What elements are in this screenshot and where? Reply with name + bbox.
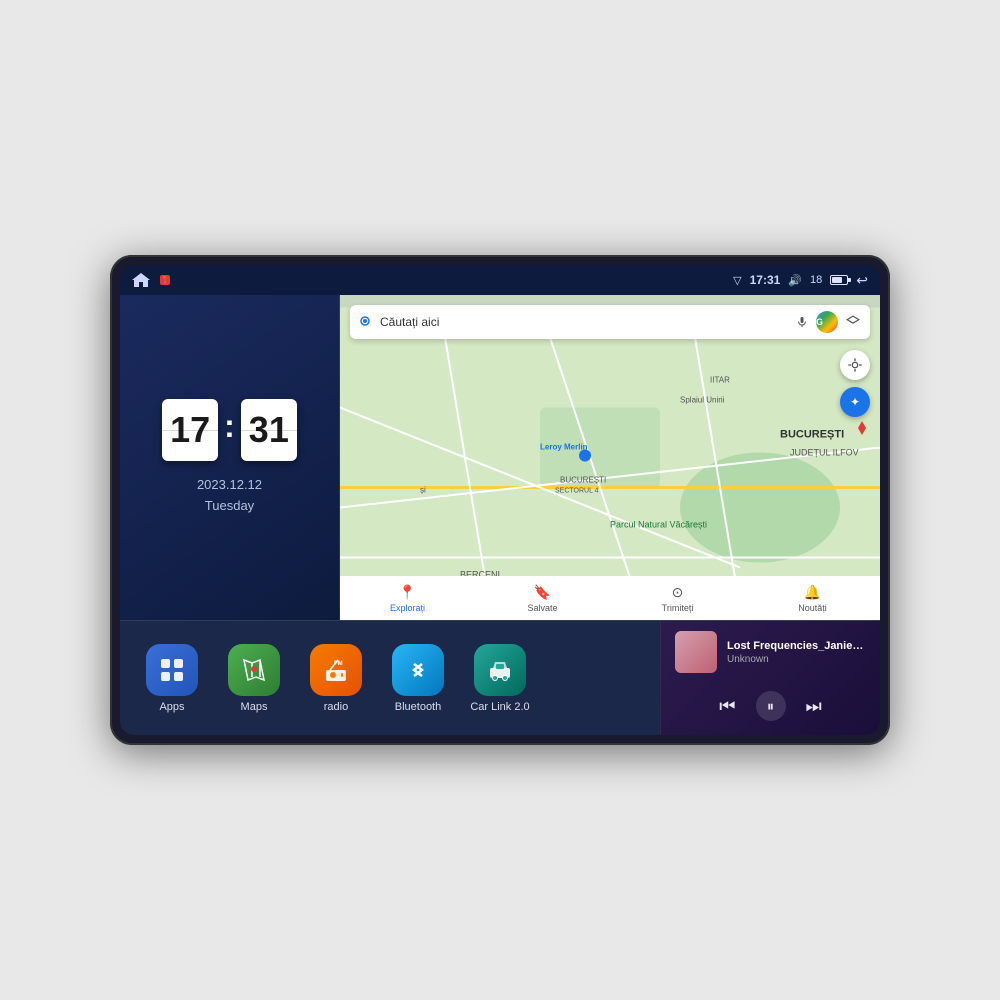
app-icon-maps[interactable]: Maps (218, 644, 290, 713)
compass-icon: ✦ (850, 395, 860, 409)
status-right: ▽ 17:31 🔊 18 ↩ (733, 272, 868, 289)
status-left: 📍 (132, 273, 172, 287)
map-nav-explore[interactable]: 📍 Explorați (340, 584, 475, 613)
svg-text:JUDEȚUL ILFOV: JUDEȚUL ILFOV (790, 448, 859, 458)
svg-text:și: și (420, 486, 426, 495)
maps-icon-bg (228, 644, 280, 696)
send-icon: ⊙ (672, 584, 684, 601)
apps-icon-bg (146, 644, 198, 696)
status-bar: 📍 ▽ 17:31 🔊 18 ↩ (120, 265, 880, 295)
prev-button[interactable]: ⏮ (719, 696, 735, 717)
map-logo-icon (360, 316, 372, 328)
apps-grid-icon (158, 656, 186, 684)
clock-date: 2023.12.12 Tuesday (197, 475, 262, 517)
next-button[interactable]: ⏭ (806, 696, 822, 717)
bluetooth-icon-bg (392, 644, 444, 696)
clock-widget: 17 : 31 2023.12.12 Tuesday (120, 295, 340, 620)
bluetooth-symbol-icon (404, 656, 432, 684)
svg-text:SECTORUL 4: SECTORUL 4 (555, 488, 599, 495)
map-nav-news[interactable]: 🔔 Noutăți (745, 584, 880, 613)
google-account-icon[interactable]: G (816, 311, 838, 333)
signal-icon: ▽ (733, 274, 741, 287)
status-time: 17:31 (750, 273, 781, 287)
news-icon: 🔔 (804, 584, 821, 601)
saved-icon: 🔖 (534, 584, 551, 601)
map-nav-saved[interactable]: 🔖 Salvate (475, 584, 610, 613)
map-nav-saved-label: Salvate (527, 603, 557, 613)
svg-text:Splaiul Unirii: Splaiul Unirii (680, 396, 725, 405)
svg-text:Leroy Merlin: Leroy Merlin (540, 443, 588, 452)
map-bottom-nav: 📍 Explorați 🔖 Salvate ⊙ Trimiteți 🔔 (340, 576, 880, 620)
volume-icon: 🔊 (788, 274, 802, 287)
carlink-icon-bg (474, 644, 526, 696)
map-nav-send-label: Trimiteți (662, 603, 694, 613)
music-title: Lost Frequencies_Janieck Devy-... (727, 640, 866, 652)
screen: 📍 ▽ 17:31 🔊 18 ↩ 17 : (120, 265, 880, 735)
radio-antenna-icon: FM (322, 656, 350, 684)
map-widget[interactable]: BUCUREȘTI JUDEȚUL ILFOV UZANA TRAPEZULUI… (340, 295, 880, 620)
music-controls: ⏮ ⏸ ⏭ (675, 691, 866, 725)
music-player: Lost Frequencies_Janieck Devy-... Unknow… (660, 621, 880, 735)
battery-level: 18 (810, 274, 822, 286)
radio-icon-bg: FM (310, 644, 362, 696)
home-icon[interactable] (132, 273, 150, 287)
flip-clock: 17 : 31 (162, 399, 297, 461)
map-pin-icon[interactable]: 📍 (158, 273, 172, 287)
top-row: 17 : 31 2023.12.12 Tuesday (120, 295, 880, 620)
svg-text:FM: FM (334, 661, 343, 667)
music-thumbnail (675, 631, 717, 673)
location-icon (847, 357, 863, 373)
main-content: 17 : 31 2023.12.12 Tuesday (120, 295, 880, 735)
apps-section: Apps Maps (120, 621, 660, 735)
svg-text:Parcul Natural Văcărești: Parcul Natural Văcărești (610, 520, 707, 530)
explore-icon: 📍 (399, 584, 416, 601)
svg-text:BUCUREȘTI: BUCUREȘTI (560, 476, 606, 485)
svg-text:IITAR: IITAR (710, 376, 730, 385)
app-icon-bluetooth[interactable]: Bluetooth (382, 644, 454, 713)
map-search-bar[interactable]: Căutați aici G (350, 305, 870, 339)
clock-hours: 17 (162, 399, 218, 461)
carlink-label: Car Link 2.0 (470, 701, 529, 713)
bottom-row: Apps Maps (120, 620, 880, 735)
maps-map-icon (240, 656, 268, 684)
svg-text:📍: 📍 (160, 275, 170, 285)
apps-label: Apps (159, 701, 184, 713)
battery-icon (830, 275, 848, 285)
svg-text:BUCUREȘTI: BUCUREȘTI (780, 429, 844, 441)
app-icon-radio[interactable]: FM radio (300, 644, 372, 713)
clock-minutes: 31 (241, 399, 297, 461)
map-nav-explore-label: Explorați (390, 603, 425, 613)
music-info: Lost Frequencies_Janieck Devy-... Unknow… (727, 640, 866, 665)
clock-colon: : (224, 408, 235, 445)
layers-icon[interactable] (846, 315, 860, 329)
carlink-car-icon (486, 656, 514, 684)
compass-button[interactable]: ✦ (840, 387, 870, 417)
mic-icon[interactable] (796, 316, 808, 328)
play-pause-button[interactable]: ⏸ (756, 691, 786, 721)
app-icon-apps[interactable]: Apps (136, 644, 208, 713)
location-button[interactable] (840, 350, 870, 380)
music-top: Lost Frequencies_Janieck Devy-... Unknow… (675, 631, 866, 673)
car-head-unit: 📍 ▽ 17:31 🔊 18 ↩ 17 : (110, 255, 890, 745)
map-nav-send[interactable]: ⊙ Trimiteți (610, 584, 745, 613)
radio-label: radio (324, 701, 348, 713)
maps-label: Maps (241, 701, 268, 713)
app-icon-carlink[interactable]: Car Link 2.0 (464, 644, 536, 713)
map-nav-news-label: Noutăți (798, 603, 827, 613)
bluetooth-label: Bluetooth (395, 701, 441, 713)
map-svg: BUCUREȘTI JUDEȚUL ILFOV UZANA TRAPEZULUI… (340, 295, 880, 620)
back-icon[interactable]: ↩ (856, 272, 868, 289)
music-artist: Unknown (727, 654, 866, 665)
map-search-text: Căutați aici (380, 315, 788, 329)
